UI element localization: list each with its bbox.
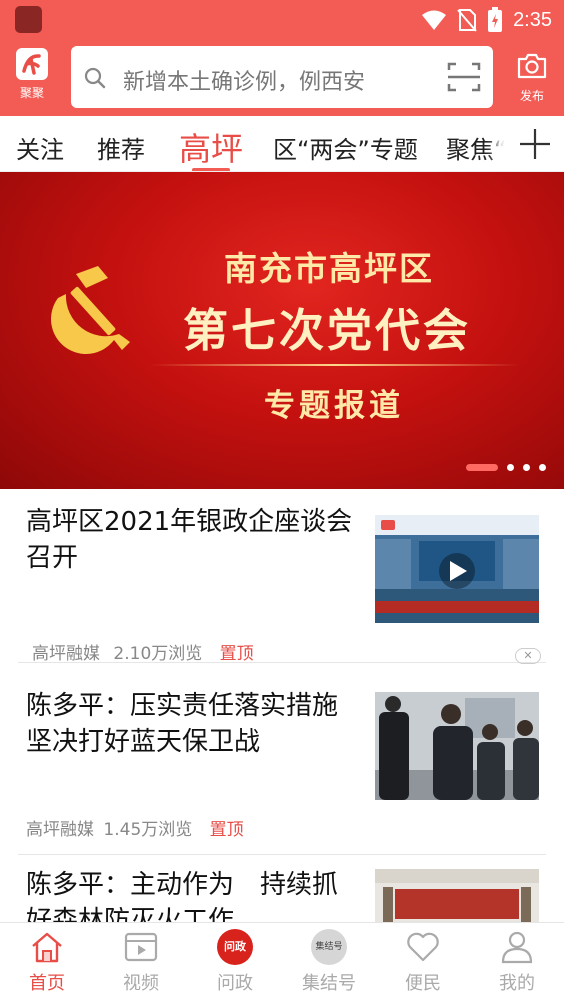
juju-logo-icon [16,48,48,80]
video-icon [123,929,159,965]
nav-label: 视频 [123,973,159,994]
nav-home[interactable]: 首页 [0,923,94,1002]
news-item[interactable]: 陈多平：压实责任落实措施 坚决打好蓝天保卫战 高坪融媒 1.45万浏览 置顶 [0,664,564,854]
wenzheng-icon: 问政 [217,929,253,965]
banner-line1: 南充市高坪区 [224,249,434,288]
search-placeholder: 新增本土确诊例，例西安 [123,70,366,95]
plus-icon [520,129,550,159]
carousel-dot-active [466,464,498,471]
news-source: 高坪融媒 [32,644,100,664]
party-emblem-icon [51,266,130,354]
nav-jijiehao[interactable]: 集结号 集结号 [282,923,376,1002]
search-icon [84,67,106,89]
nav-label: 集结号 [302,973,356,994]
channel-tabs: 关注 推荐 高坪 区“两会”专题 聚焦“ [0,116,564,172]
no-sim-icon [457,9,477,32]
news-views: 1.45万浏览 [103,820,193,840]
tab-two-sessions[interactable]: 区“两会”专题 [273,130,418,165]
carousel-indicator [466,464,546,471]
pinned-label: 置顶 [219,644,254,664]
publish-button[interactable]: 发布 [512,52,552,108]
banner-line2: 第七次党代会 [183,304,472,357]
bottom-navigation: 首页 视频 问政 问政 集结号 集结号 便民 我的 [0,922,564,1002]
news-thumbnail[interactable] [375,869,539,922]
news-title: 陈多平：压实责任落实措施 坚决打好蓝天保卫战 [26,691,339,757]
news-source: 高坪融媒 [26,820,94,840]
logo-label: 聚聚 [19,86,44,100]
close-icon[interactable]: ✕ [515,648,541,664]
wenzheng-badge: 问政 [217,929,253,965]
home-icon [29,929,65,965]
news-meta: 高坪融媒 2.10万浏览 置顶 [32,639,254,664]
battery-icon [488,7,503,32]
nav-label: 首页 [29,973,65,994]
divider [18,662,546,663]
status-icons: 2:35 [421,6,552,34]
nav-label: 便民 [405,973,441,994]
jijiehao-badge: 集结号 [311,929,347,965]
carousel-dot [523,464,530,471]
banner-line3: 专题报道 [264,388,404,424]
news-video-thumbnail[interactable] [375,515,539,623]
tab-recommend[interactable]: 推荐 [97,130,145,165]
search-bar[interactable]: 新增本土确诊例，例西安 [71,46,493,108]
pinned-label: 置顶 [209,820,244,840]
banner-divider [150,364,520,366]
news-title: 高坪区2021年银政企座谈会召开 [26,507,353,573]
nav-label: 我的 [499,973,535,994]
tab-gaoping[interactable]: 高坪 [179,124,243,170]
news-item[interactable]: 高坪区2021年银政企座谈会召开 高坪融媒 2.10万浏览 置顶 [0,489,564,664]
camera-icon [517,53,547,79]
publish-label: 发布 [519,89,544,103]
nav-bianmin[interactable]: 便民 [376,923,470,1002]
tab-focus[interactable]: 聚焦“ [446,130,506,165]
play-icon [450,561,467,581]
heart-icon [405,929,441,965]
app-notification-icon [15,6,42,33]
add-channel-button[interactable] [506,116,564,171]
tab-follow[interactable]: 关注 [16,130,64,165]
nav-label: 问政 [217,973,253,994]
status-bar: 2:35 [0,0,564,40]
wifi-icon [422,10,447,30]
app-header: 聚聚 新增本土确诊例，例西安 发布 [0,40,564,116]
scan-icon[interactable] [447,61,481,93]
news-item[interactable]: 陈多平：主动作为 持续抓好森林防灭火工作 [0,855,564,922]
status-time: 2:35 [513,8,552,31]
news-views: 2.10万浏览 [113,644,203,664]
news-thumbnail[interactable] [375,692,539,800]
news-title: 陈多平：主动作为 持续抓好森林防灭火工作 [26,870,339,922]
jijiehao-icon: 集结号 [311,929,347,965]
nav-profile[interactable]: 我的 [470,923,564,1002]
carousel-dot [539,464,546,471]
carousel-banner[interactable]: 南充市高坪区 第七次党代会 专题报道 [0,172,564,489]
news-meta: 高坪融媒 1.45万浏览 置顶 [26,815,244,840]
nav-video[interactable]: 视频 [94,923,188,1002]
carousel-dot [507,464,514,471]
app-logo[interactable]: 聚聚 [10,48,54,104]
nav-wenzheng[interactable]: 问政 问政 [188,923,282,1002]
user-icon [499,929,535,965]
